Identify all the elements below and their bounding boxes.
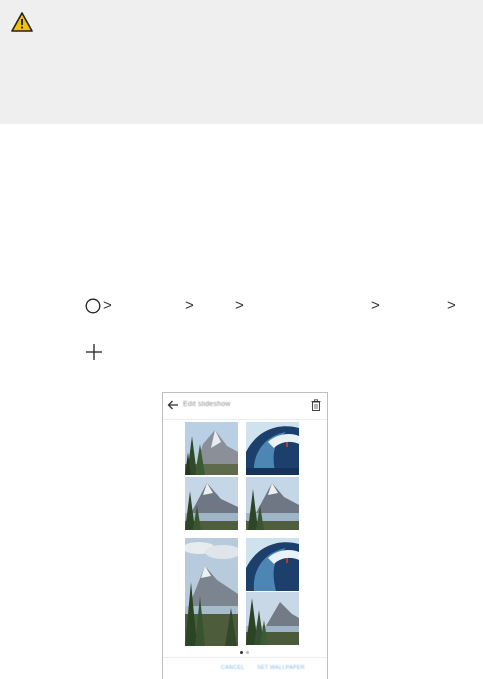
warning-triangle-icon: [11, 12, 33, 32]
thumb-forest-lake[interactable]: [246, 592, 299, 645]
thumb-mountain-lake[interactable]: [246, 477, 299, 530]
thumb-wave-surfer[interactable]: [246, 422, 299, 475]
step-separator: >: [185, 297, 194, 314]
page-dot-active: [240, 651, 243, 654]
page-indicator: [235, 651, 255, 655]
set-wallpaper-button[interactable]: SET WALLPAPER: [257, 665, 305, 671]
thumb-wave-surfer[interactable]: [246, 538, 299, 591]
step-separator: >: [371, 297, 380, 314]
arrow-back-icon[interactable]: [167, 399, 179, 411]
navigation-steps: > > > > >: [85, 296, 465, 318]
step-separator: >: [447, 297, 456, 314]
step-separator: >: [103, 297, 112, 314]
plus-icon: [86, 344, 102, 360]
home-circle-icon: [85, 298, 101, 314]
cancel-button[interactable]: CANCEL: [221, 665, 245, 671]
thumb-mountain-clouds[interactable]: [185, 538, 238, 646]
page-dot: [246, 651, 249, 654]
caution-box: [0, 0, 483, 124]
trash-icon[interactable]: [311, 399, 321, 411]
footer-divider: [163, 657, 327, 658]
app-bar: Edit slideshow: [163, 393, 327, 420]
step-separator: >: [235, 297, 244, 314]
screen-title: Edit slideshow: [183, 401, 231, 408]
thumb-mountain-lake[interactable]: [185, 477, 238, 530]
thumb-mountain-forest[interactable]: [185, 422, 238, 475]
phone-screenshot: Edit slideshow CANCEL SET WALLPAPER: [162, 392, 328, 679]
